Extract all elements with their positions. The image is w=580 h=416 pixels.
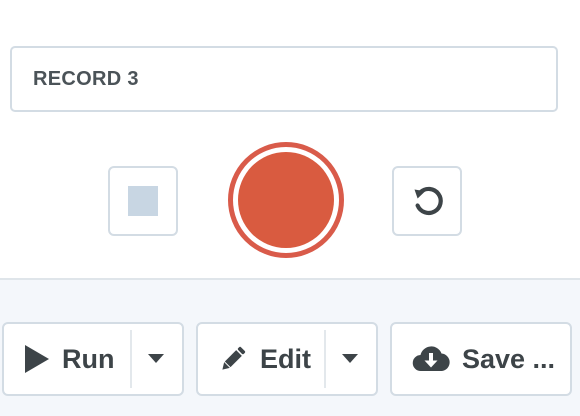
pencil-icon <box>218 344 248 374</box>
stop-button[interactable] <box>108 166 178 236</box>
action-toolbar: Run Edit Save ... <box>0 278 580 416</box>
run-options-dropdown[interactable] <box>130 324 182 394</box>
edit-options-dropdown[interactable] <box>324 324 376 394</box>
run-label: Run <box>62 343 115 374</box>
play-icon <box>24 344 50 374</box>
run-button[interactable]: Run <box>4 324 114 394</box>
cloud-download-icon <box>412 344 450 374</box>
recording-name-field[interactable] <box>10 46 558 112</box>
caret-down-icon <box>342 354 358 364</box>
recording-name-input[interactable] <box>12 48 556 110</box>
record-circle-icon <box>238 152 334 248</box>
reset-button[interactable] <box>392 166 462 236</box>
recorder-panel: Run <box>0 0 580 416</box>
stop-square-icon <box>128 186 158 216</box>
run-split-button: Run <box>2 322 184 396</box>
record-button[interactable] <box>228 142 344 258</box>
edit-button[interactable]: Edit <box>198 324 311 394</box>
edit-split-button: Edit <box>196 322 378 396</box>
caret-down-icon <box>148 354 164 364</box>
save-button-content: Save ... <box>392 324 555 394</box>
save-button[interactable]: Save ... <box>390 322 572 396</box>
save-label: Save ... <box>462 343 556 374</box>
edit-label: Edit <box>260 343 311 374</box>
recording-controls-area <box>0 0 580 278</box>
rotate-ccw-icon <box>410 184 444 218</box>
